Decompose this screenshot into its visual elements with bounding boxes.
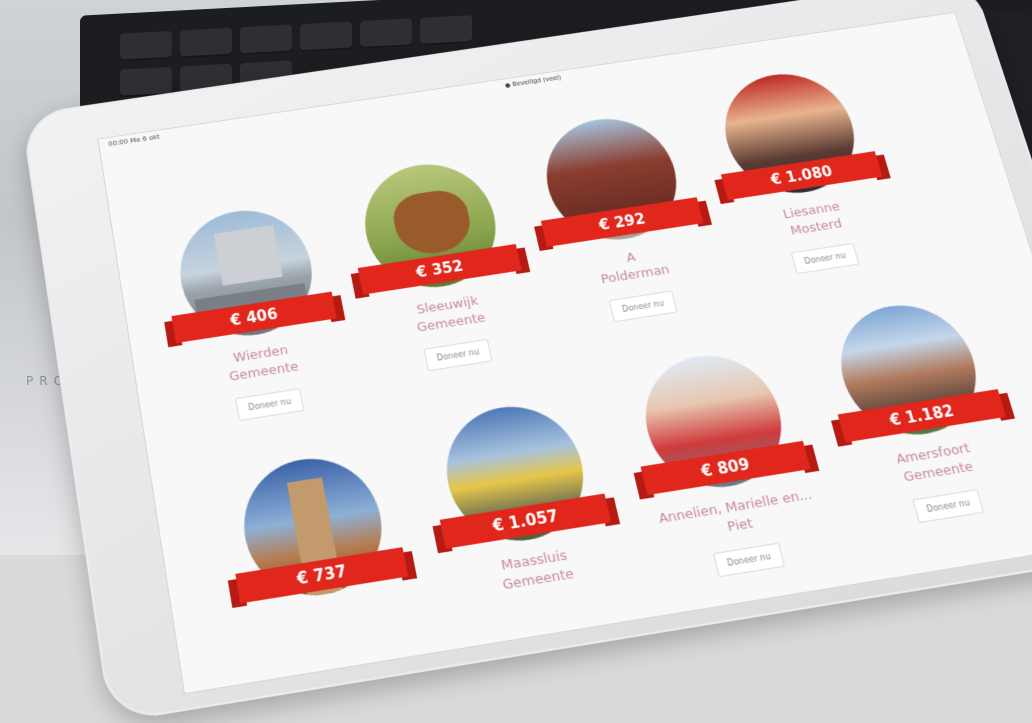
- campaign-card[interactable]: € 1.080 Liesanne Mosterd Doneer nu: [693, 63, 912, 282]
- campaign-card[interactable]: € 1.057 Maassluis Gemeente: [414, 394, 629, 604]
- donate-button[interactable]: Doneer nu: [790, 242, 860, 275]
- campaign-card[interactable]: € 406 Wierden Gemeente Doneer nu: [151, 199, 358, 429]
- donate-button[interactable]: Doneer nu: [608, 290, 678, 323]
- campaign-card[interactable]: € 809 Annelien, Marielle en... Piet Donee…: [612, 343, 840, 586]
- status-time: 00:00 Ma 6 okt: [107, 133, 161, 148]
- donate-button[interactable]: Doneer nu: [712, 542, 786, 578]
- campaign-name: Sleeuwijk Gemeente: [415, 293, 487, 336]
- campaign-name: Maassluis Gemeente: [499, 547, 576, 594]
- donate-button[interactable]: Doneer nu: [423, 338, 493, 372]
- campaign-name: Annelien, Marielle en... Piet: [657, 487, 814, 536]
- campaign-card[interactable]: € 292 A Polderman Doneer nu: [515, 108, 730, 331]
- donate-button[interactable]: Doneer nu: [235, 388, 305, 422]
- campaign-card[interactable]: € 352 Sleeuwijk Gemeente Doneer nu: [335, 153, 546, 380]
- campaign-card[interactable]: € 737: [213, 446, 413, 606]
- campaign-card[interactable]: € 1.182 Amersfoort Gemeente Doneer nu: [806, 293, 1032, 532]
- campaign-name: Wierden Gemeente: [228, 342, 300, 385]
- address-bar[interactable]: ● Beveiligd (veel): [504, 74, 561, 89]
- donate-button[interactable]: Doneer nu: [912, 489, 985, 524]
- campaign-name: Amersfoort Gemeente: [894, 440, 976, 486]
- campaign-name: A Polderman: [599, 250, 672, 288]
- campaign-name: Liesanne Mosterd: [781, 199, 844, 239]
